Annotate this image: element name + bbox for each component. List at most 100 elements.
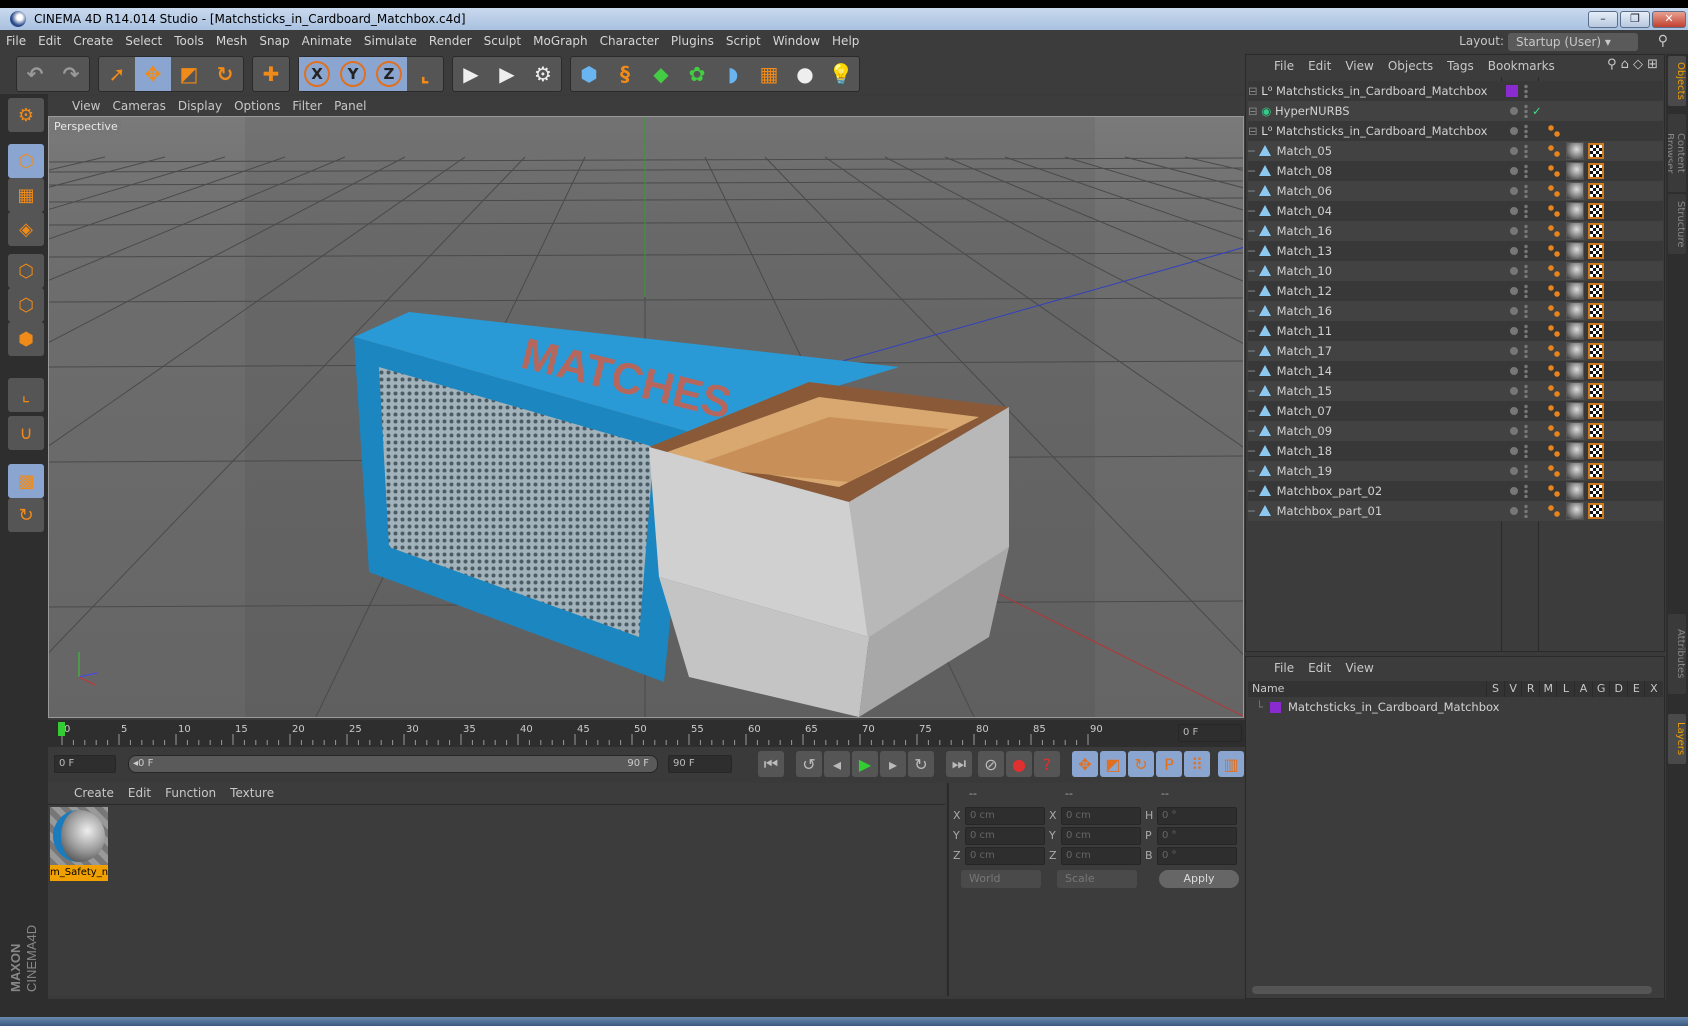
phong-tag-icon[interactable] xyxy=(1548,265,1560,277)
layer-menu-file[interactable]: File xyxy=(1274,661,1294,675)
go-to-start-button[interactable]: ⏮ xyxy=(758,751,784,777)
phong-tag-icon[interactable] xyxy=(1548,185,1560,197)
visibility-render-dots[interactable] xyxy=(1524,184,1528,198)
render-picture-viewer-button[interactable]: ▶ xyxy=(489,57,525,91)
visibility-render-dots[interactable] xyxy=(1524,264,1528,278)
material-tag-icon[interactable] xyxy=(1566,302,1584,320)
object-menu-edit[interactable]: Edit xyxy=(1308,59,1331,73)
texture-tag-icon[interactable] xyxy=(1588,343,1604,359)
visibility-editor-dot[interactable] xyxy=(1510,347,1518,355)
object-row[interactable]: ─ Match_15 xyxy=(1248,381,1663,401)
material-tag-icon[interactable] xyxy=(1566,182,1584,200)
key-position-button[interactable]: ✥ xyxy=(1072,751,1098,777)
phong-tag-icon[interactable] xyxy=(1548,385,1560,397)
phong-tag-icon[interactable] xyxy=(1548,285,1560,297)
texture-tag-icon[interactable] xyxy=(1588,323,1604,339)
key-points-button[interactable]: ⠿ xyxy=(1184,751,1210,777)
axis-mode-button[interactable]: ⌞ xyxy=(8,378,44,412)
menu-character[interactable]: Character xyxy=(594,30,665,52)
phong-tag-icon[interactable] xyxy=(1548,145,1560,157)
visibility-render-dots[interactable] xyxy=(1524,84,1528,98)
texture-tag-icon[interactable] xyxy=(1588,443,1604,459)
make-editable-button[interactable]: ⚙ xyxy=(8,98,44,132)
visibility-editor-dot[interactable] xyxy=(1510,147,1518,155)
visibility-editor-dot[interactable] xyxy=(1510,107,1518,115)
material-menu-create[interactable]: Create xyxy=(74,786,114,800)
visibility-render-dots[interactable] xyxy=(1524,284,1528,298)
phong-tag-icon[interactable] xyxy=(1548,365,1560,377)
texture-mode-button[interactable]: ▦ xyxy=(8,178,44,212)
render-view-button[interactable]: ▶ xyxy=(453,57,489,91)
texture-tag-icon[interactable] xyxy=(1588,503,1604,519)
layer-column-x[interactable]: X xyxy=(1644,681,1662,697)
menu-mesh[interactable]: Mesh xyxy=(210,30,254,52)
edges-mode-button[interactable]: ⬡ xyxy=(8,288,44,322)
layer-menu-edit[interactable]: Edit xyxy=(1308,661,1331,675)
floor-button[interactable]: ▦ xyxy=(751,57,787,91)
phong-tag-icon[interactable] xyxy=(1548,505,1560,517)
phong-tag-icon[interactable] xyxy=(1548,325,1560,337)
points-mode-button[interactable]: ⬡ xyxy=(8,254,44,288)
texture-tag-icon[interactable] xyxy=(1588,423,1604,439)
camera-button[interactable]: ● xyxy=(787,57,823,91)
apply-button[interactable]: Apply xyxy=(1159,870,1239,888)
layer-color-swatch[interactable] xyxy=(1506,85,1518,97)
texture-tag-icon[interactable] xyxy=(1588,183,1604,199)
menu-select[interactable]: Select xyxy=(119,30,168,52)
material-tag-icon[interactable] xyxy=(1566,282,1584,300)
workplane-rotate-button[interactable]: ↻ xyxy=(8,498,44,532)
material-tag-icon[interactable] xyxy=(1566,462,1584,480)
visibility-render-dots[interactable] xyxy=(1524,444,1528,458)
key-rotation-button[interactable]: ↻ xyxy=(1128,751,1154,777)
side-tab-structure[interactable]: Structure xyxy=(1668,194,1686,254)
play-button[interactable]: ▶ xyxy=(852,751,878,777)
menu-plugins[interactable]: Plugins xyxy=(665,30,720,52)
redo-button[interactable]: ↷ xyxy=(53,57,89,91)
move-button[interactable]: ✥ xyxy=(135,57,171,91)
material-tag-icon[interactable] xyxy=(1566,402,1584,420)
visibility-render-dots[interactable] xyxy=(1524,144,1528,158)
texture-tag-icon[interactable] xyxy=(1588,463,1604,479)
coord-field-x[interactable]: 0 cm xyxy=(965,807,1045,825)
phong-tag-icon[interactable] xyxy=(1548,345,1560,357)
visibility-editor-dot[interactable] xyxy=(1510,367,1518,375)
object-row[interactable]: ⊟ ◉ HyperNURBS ✓ xyxy=(1248,101,1663,121)
material-tag-icon[interactable] xyxy=(1566,382,1584,400)
start-frame-field[interactable]: 0 F xyxy=(54,755,116,773)
object-row[interactable]: ─ Match_12 xyxy=(1248,281,1663,301)
visibility-render-dots[interactable] xyxy=(1524,104,1528,118)
object-row[interactable]: ─ Matchbox_part_02 xyxy=(1248,481,1663,501)
visibility-render-dots[interactable] xyxy=(1524,484,1528,498)
coordinate-system-button[interactable]: ⌞ xyxy=(407,57,443,91)
visibility-render-dots[interactable] xyxy=(1524,164,1528,178)
texture-tag-icon[interactable] xyxy=(1588,143,1604,159)
object-row[interactable]: ─ Match_10 xyxy=(1248,261,1663,281)
texture-tag-icon[interactable] xyxy=(1588,163,1604,179)
visibility-render-dots[interactable] xyxy=(1524,124,1528,138)
menu-animate[interactable]: Animate xyxy=(296,30,358,52)
coord-mode-dropdown[interactable]: Scale xyxy=(1057,870,1137,888)
viewport-menu-options[interactable]: Options xyxy=(234,99,280,113)
polygons-mode-button[interactable]: ⬢ xyxy=(8,322,44,356)
object-row[interactable]: ─ Match_09 xyxy=(1248,421,1663,441)
array-button[interactable]: ✿ xyxy=(679,57,715,91)
texture-tag-icon[interactable] xyxy=(1588,303,1604,319)
object-row[interactable]: ─ Match_05 xyxy=(1248,141,1663,161)
coord-field-y[interactable]: 0 cm xyxy=(965,827,1045,845)
texture-tag-icon[interactable] xyxy=(1588,403,1604,419)
viewport-menu-panel[interactable]: Panel xyxy=(334,99,366,113)
visibility-editor-dot[interactable] xyxy=(1510,487,1518,495)
visibility-render-dots[interactable] xyxy=(1524,404,1528,418)
visibility-editor-dot[interactable] xyxy=(1510,247,1518,255)
restore-button[interactable]: ❐ xyxy=(1620,11,1650,28)
material-tag-icon[interactable] xyxy=(1566,162,1584,180)
visibility-editor-dot[interactable] xyxy=(1510,187,1518,195)
layer-column-v[interactable]: V xyxy=(1503,681,1522,697)
layer-column-r[interactable]: R xyxy=(1521,681,1539,697)
viewport-menu-filter[interactable]: Filter xyxy=(292,99,322,113)
object-row[interactable]: ⊟ L⁰ Matchsticks_in_Cardboard_Matchbox xyxy=(1248,121,1663,141)
visibility-editor-dot[interactable] xyxy=(1510,327,1518,335)
keyframe-help-button[interactable]: ? xyxy=(1034,751,1060,777)
menu-sculpt[interactable]: Sculpt xyxy=(478,30,527,52)
light-button[interactable]: 💡 xyxy=(823,57,859,91)
